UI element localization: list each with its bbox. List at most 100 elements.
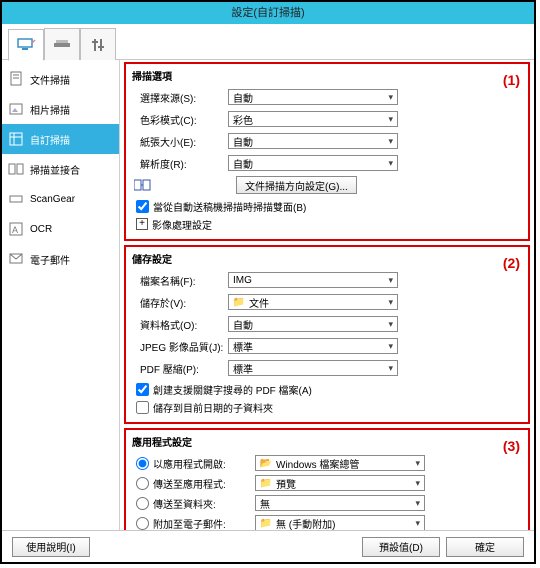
section-number: (2) — [503, 255, 520, 271]
send-app-label: 傳送至應用程式: — [153, 476, 251, 491]
sidebar-item-label: 自訂掃描 — [30, 132, 70, 147]
sidebar-item-photo[interactable]: 相片掃描 — [2, 94, 119, 124]
ok-button[interactable]: 確定 — [446, 537, 524, 557]
chevron-down-icon: ▾ — [415, 518, 420, 529]
source-label: 選擇來源(S): — [132, 90, 228, 105]
window-title: 設定(自訂掃描) — [2, 2, 534, 24]
chevron-down-icon: ▾ — [415, 478, 420, 489]
sidebar-item-label: OCR — [30, 224, 52, 235]
color-label: 色彩模式(C): — [132, 112, 228, 127]
saveto-label: 儲存於(V): — [132, 295, 228, 310]
footer: 使用說明(I) 預設值(D) 確定 — [2, 530, 534, 562]
resolution-label: 解析度(R): — [132, 156, 228, 171]
doc-pair-icon — [134, 178, 152, 192]
chevron-down-icon: ▾ — [415, 498, 420, 509]
date-subfolder-checkbox[interactable] — [136, 401, 149, 414]
email-icon — [8, 251, 24, 267]
explorer-icon: 📂 — [260, 457, 272, 469]
pdf-label: PDF 壓縮(P): — [132, 361, 228, 376]
top-tabbar — [2, 24, 534, 60]
send-folder-radio[interactable] — [136, 497, 149, 510]
chevron-down-icon: ▾ — [388, 275, 393, 286]
open-with-radio[interactable] — [136, 457, 149, 470]
sidebar-item-email[interactable]: 電子郵件 — [2, 244, 119, 274]
filename-label: 檔案名稱(F): — [132, 273, 228, 288]
chevron-down-icon: ▾ — [388, 297, 393, 308]
jpeg-select[interactable]: 標準▾ — [228, 338, 398, 354]
chevron-down-icon: ▾ — [388, 114, 393, 125]
tab-scan-from-pc[interactable] — [8, 29, 44, 61]
section-scan-options: (1) 掃描選項 選擇來源(S): 自動▾ 色彩模式(C): 彩色▾ 紙張大小(… — [124, 62, 530, 241]
chevron-down-icon: ▾ — [388, 319, 393, 330]
chevron-down-icon: ▾ — [388, 158, 393, 169]
sidebar-item-custom[interactable]: 自訂掃描 — [2, 124, 119, 154]
tab-general-settings[interactable] — [80, 28, 116, 60]
attach-email-select[interactable]: 📁無 (手動附加)▾ — [255, 515, 425, 530]
ocr-icon: A — [8, 221, 24, 237]
tab-scan-from-panel[interactable] — [44, 28, 80, 60]
send-folder-label: 傳送至資料夾: — [153, 496, 251, 511]
saveto-select[interactable]: 📁文件▾ — [228, 294, 398, 310]
paper-label: 紙張大小(E): — [132, 134, 228, 149]
help-button[interactable]: 使用說明(I) — [12, 537, 90, 557]
pdf-keyword-label: 創建支援關鍵字搜尋的 PDF 檔案(A) — [153, 382, 312, 397]
filename-select[interactable]: IMG▾ — [228, 272, 398, 288]
chevron-down-icon: ▾ — [388, 136, 393, 147]
sidebar-item-ocr[interactable]: A OCR — [2, 214, 119, 244]
attach-email-label: 附加至電子郵件: — [153, 516, 251, 531]
sidebar-item-stitch[interactable]: 掃描並接合 — [2, 154, 119, 184]
sidebar-item-scangear[interactable]: ScanGear — [2, 184, 119, 214]
resolution-select[interactable]: 自動▾ — [228, 155, 398, 171]
scanner-icon — [52, 37, 72, 53]
custom-icon — [8, 131, 24, 147]
image-processing-label: 影像處理設定 — [152, 217, 212, 232]
section-number: (3) — [503, 438, 520, 454]
sidebar-item-label: 相片掃描 — [30, 102, 70, 117]
paper-select[interactable]: 自動▾ — [228, 133, 398, 149]
sidebar-item-label: 文件掃描 — [30, 72, 70, 87]
section-number: (1) — [503, 72, 520, 88]
sidebar: 文件掃描 相片掃描 自訂掃描 掃描並接合 ScanGear A OCR — [2, 60, 120, 530]
chevron-down-icon: ▾ — [388, 363, 393, 374]
date-subfolder-label: 儲存到目前日期的子資料夾 — [153, 400, 273, 415]
color-select[interactable]: 彩色▾ — [228, 111, 398, 127]
tools-icon — [89, 37, 107, 53]
sidebar-item-label: 電子郵件 — [30, 252, 70, 267]
format-label: 資料格式(O): — [132, 317, 228, 332]
folder-icon: 📁 — [260, 517, 272, 529]
preview-icon: 📁 — [260, 477, 272, 489]
sidebar-item-label: 掃描並接合 — [30, 162, 80, 177]
sidebar-item-label: ScanGear — [30, 194, 75, 205]
folder-icon: 📁 — [233, 296, 245, 308]
source-select[interactable]: 自動▾ — [228, 89, 398, 105]
section-app-settings: (3) 應用程式設定 以應用程式開啟: 📂Windows 檔案總管▾ 傳送至應用… — [124, 428, 530, 530]
duplex-label: 當從自動送稿機掃描時掃描雙面(B) — [153, 199, 306, 214]
send-folder-select[interactable]: 無▾ — [255, 495, 425, 511]
section-save-settings: (2) 儲存設定 檔案名稱(F): IMG▾ 儲存於(V): 📁文件▾ 資料格式… — [124, 245, 530, 424]
monitor-icon — [16, 37, 36, 53]
section-title: 應用程式設定 — [132, 434, 522, 449]
svg-text:A: A — [12, 225, 18, 235]
section-title: 儲存設定 — [132, 251, 522, 266]
photo-icon — [8, 101, 24, 117]
sidebar-item-document[interactable]: 文件掃描 — [2, 64, 119, 94]
chevron-down-icon: ▾ — [388, 341, 393, 352]
chevron-down-icon: ▾ — [415, 458, 420, 469]
open-with-select[interactable]: 📂Windows 檔案總管▾ — [255, 455, 425, 471]
send-app-radio[interactable] — [136, 477, 149, 490]
duplex-checkbox[interactable] — [136, 200, 149, 213]
pdf-keyword-checkbox[interactable] — [136, 383, 149, 396]
document-icon — [8, 71, 24, 87]
send-app-select[interactable]: 📁預覽▾ — [255, 475, 425, 491]
chevron-down-icon: ▾ — [388, 92, 393, 103]
attach-email-radio[interactable] — [136, 517, 149, 530]
section-title: 掃描選項 — [132, 68, 522, 83]
pdf-select[interactable]: 標準▾ — [228, 360, 398, 376]
default-button[interactable]: 預設值(D) — [362, 537, 440, 557]
open-with-label: 以應用程式開啟: — [153, 456, 251, 471]
format-select[interactable]: 自動▾ — [228, 316, 398, 332]
scangear-icon — [8, 191, 24, 207]
expand-icon[interactable]: + — [136, 218, 148, 230]
orientation-settings-button[interactable]: 文件掃描方向設定(G)... — [236, 176, 357, 194]
jpeg-label: JPEG 影像品質(J): — [132, 339, 228, 354]
